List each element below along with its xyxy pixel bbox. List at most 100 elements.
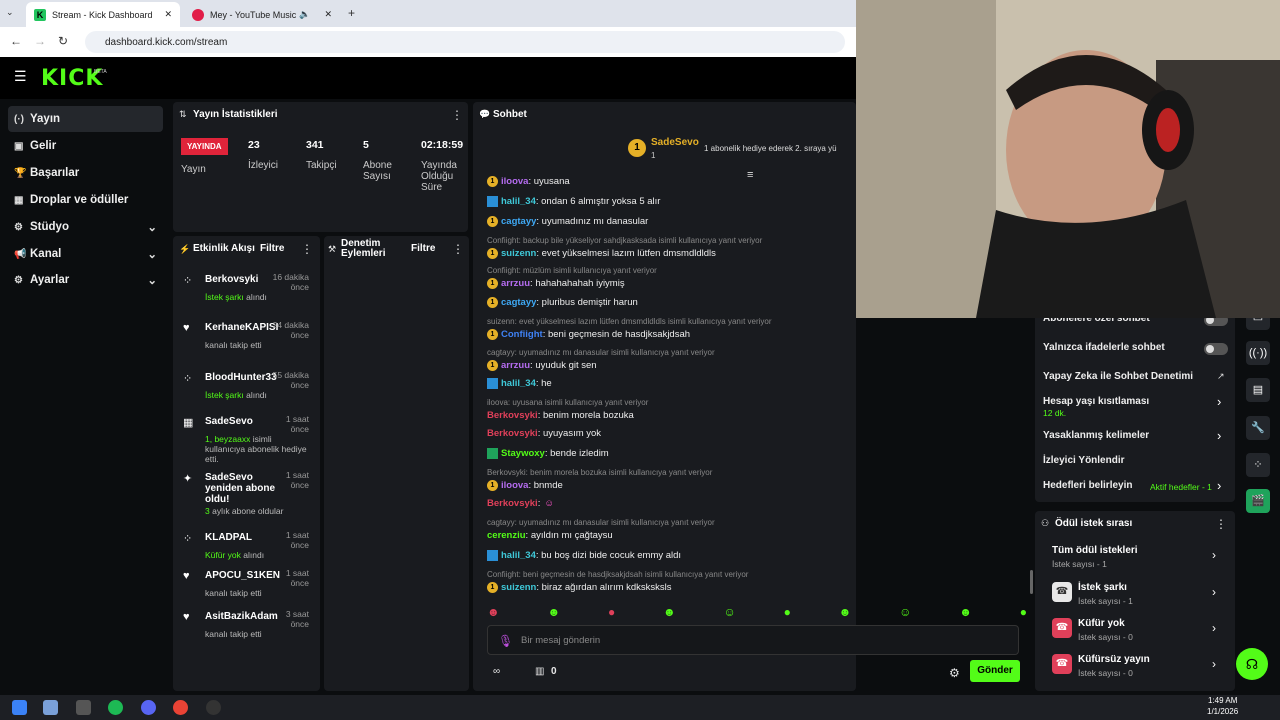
activity-name[interactable]: Berkovsyki: [205, 274, 275, 285]
sidebar-item-droplar[interactable]: ▦ Droplar ve ödüller: [8, 187, 163, 213]
chat-username[interactable]: Staywoxy: [501, 448, 545, 459]
emote-icon[interactable]: ☺: [899, 605, 911, 621]
external-link-icon[interactable]: ↗: [1217, 371, 1225, 382]
chat-username[interactable]: suizenn: [501, 248, 536, 259]
discord-icon[interactable]: [141, 700, 156, 715]
new-tab-icon[interactable]: +: [348, 6, 355, 20]
chevron-right-icon[interactable]: ›: [1217, 478, 1221, 493]
settings-row-label[interactable]: Yalnızca ifadelerle sohbet: [1043, 342, 1165, 353]
activity-desc: İstek şarkı alındı: [205, 390, 309, 400]
activity-filter-button[interactable]: Filtre: [260, 243, 284, 254]
chat-username[interactable]: halil_34: [501, 196, 536, 207]
chat-username[interactable]: arrzuu: [501, 360, 530, 371]
reward-item[interactable]: ☎ Küfürsüz yayın İstek sayısı - 0 ›: [1052, 654, 1242, 682]
settings-gear-icon[interactable]: ⚙: [949, 666, 960, 680]
emote-icon[interactable]: ●: [784, 605, 791, 621]
reward-item[interactable]: Tüm ödül istekleri İstek sayısı - 1 ›: [1052, 545, 1242, 573]
more-options-icon[interactable]: ⋮: [301, 242, 313, 256]
pinned-user[interactable]: SadeSevo: [651, 137, 699, 148]
broadcast-icon[interactable]: ((·)): [1246, 341, 1270, 365]
emote-icon[interactable]: ●: [1020, 605, 1027, 621]
tab-kick-dashboard[interactable]: K Stream - Kick Dashboard ✕: [26, 2, 180, 27]
obs-icon[interactable]: [206, 700, 221, 715]
activity-name[interactable]: APOCU_S1KEN: [205, 570, 280, 581]
start-icon[interactable]: [12, 700, 27, 715]
chat-username[interactable]: Berkovsyki: [487, 410, 538, 421]
chat-username[interactable]: iloova: [501, 176, 528, 187]
chat-username[interactable]: suizenn: [501, 582, 536, 593]
chat-username[interactable]: arrzuu: [501, 278, 530, 289]
tab-list-icon[interactable]: ⌄: [6, 7, 14, 18]
settings-row-label[interactable]: İzleyici Yönlendir: [1043, 455, 1125, 466]
close-tab-icon[interactable]: ✕: [324, 9, 332, 20]
nodes-icon[interactable]: ⁘: [1246, 453, 1270, 477]
chat-username[interactable]: halil_34: [501, 378, 536, 389]
help-headset-icon[interactable]: ☊: [1236, 648, 1268, 680]
reward-item[interactable]: ☎ Küfür yok İstek sayısı - 0 ›: [1052, 618, 1242, 646]
reward-item-icon: ☎: [1052, 654, 1072, 674]
settings-row-label[interactable]: Yapay Zeka ile Sohbet Denetimi: [1043, 371, 1193, 382]
sidebar-item-ayarlar[interactable]: ⚙ Ayarlar ⌄: [8, 267, 163, 293]
clapperboard-icon[interactable]: 🎬: [1246, 489, 1270, 513]
clock-date[interactable]: 1/1/2026: [1207, 707, 1238, 716]
sidebar-item-studyo[interactable]: ⚙ Stüdyo ⌄: [8, 214, 163, 240]
sidebar-item-gelir[interactable]: ▣ Gelir: [8, 133, 163, 159]
emote-icon[interactable]: ☻: [839, 605, 852, 621]
sidebar-item-kanal[interactable]: 📢 Kanal ⌄: [8, 241, 163, 267]
sidebar-item-basarilar[interactable]: 🏆 Başarılar: [8, 160, 163, 186]
chevron-right-icon[interactable]: ›: [1217, 428, 1221, 443]
menu-icon[interactable]: ☰: [14, 68, 27, 85]
infinity-icon[interactable]: ∞: [493, 666, 500, 677]
speaker-icon[interactable]: 🔈: [299, 9, 310, 20]
filter-icon[interactable]: ≡: [747, 169, 753, 181]
layout-icon[interactable]: ▤: [1246, 378, 1270, 402]
more-options-icon[interactable]: ⋮: [451, 108, 463, 122]
tab-youtube-music[interactable]: Mey - YouTube Music 🔈 ✕: [184, 2, 340, 27]
chrome-icon[interactable]: [173, 700, 188, 715]
chat-username[interactable]: halil_34: [501, 550, 536, 561]
toggle-switch[interactable]: [1204, 343, 1228, 355]
reload-icon[interactable]: ↻: [58, 34, 68, 48]
settings-row-label[interactable]: Yasaklanmış kelimeler: [1043, 430, 1149, 441]
emote-icon[interactable]: ☻: [663, 605, 676, 621]
settings-row-label[interactable]: Hesap yaşı kısıtlaması: [1043, 396, 1149, 407]
activity-name[interactable]: BloodHunter33: [205, 372, 277, 383]
chevron-right-icon[interactable]: ›: [1217, 394, 1221, 409]
app-icon[interactable]: [76, 700, 91, 715]
settings-row-label[interactable]: Hedefleri belirleyin: [1043, 480, 1132, 491]
mic-icon[interactable]: 🎙: [498, 634, 513, 648]
emote-icon[interactable]: ☺: [723, 605, 735, 621]
moderation-filter-button[interactable]: Filtre: [411, 243, 435, 254]
chat-username[interactable]: Confiight: [501, 329, 543, 340]
chat-username[interactable]: cagtayy: [501, 297, 536, 308]
spotify-icon[interactable]: [108, 700, 123, 715]
activity-name[interactable]: KLADPAL: [205, 532, 275, 543]
sidebar-item-yayin[interactable]: (·) Yayın: [8, 106, 163, 132]
activity-name[interactable]: KerhaneKAPISI: [205, 322, 278, 333]
close-tab-icon[interactable]: ✕: [164, 9, 172, 20]
emote-icon[interactable]: ☻: [959, 605, 972, 621]
emote-icon[interactable]: ●: [608, 605, 615, 621]
chat-username[interactable]: iloova: [501, 480, 528, 491]
chat-username[interactable]: cerenziu: [487, 530, 526, 541]
emote-icon[interactable]: ☻: [547, 605, 560, 621]
clock-time[interactable]: 1:49 AM: [1208, 696, 1237, 705]
gift-box-icon[interactable]: ▥: [535, 666, 544, 677]
send-button[interactable]: Gönder: [970, 660, 1020, 682]
chat-username[interactable]: cagtayy: [501, 216, 536, 227]
more-options-icon[interactable]: ⋮: [452, 242, 464, 256]
back-icon[interactable]: ←: [10, 34, 22, 48]
url-field[interactable]: dashboard.kick.com/stream: [85, 31, 845, 53]
message-input[interactable]: 🎙 Bir mesaj gönderin: [487, 625, 1019, 655]
chat-scrollbar[interactable]: [1030, 570, 1033, 594]
chat-username[interactable]: Berkovsyki: [487, 428, 538, 439]
app-icon[interactable]: [43, 700, 58, 715]
emote-icon[interactable]: ☻: [487, 605, 500, 621]
more-options-icon[interactable]: ⋮: [1215, 517, 1227, 531]
reward-item[interactable]: ☎ İstek şarkı İstek sayısı - 1 ›: [1052, 582, 1242, 610]
activity-name[interactable]: AsitBazikAdam: [205, 611, 278, 622]
activity-name[interactable]: SadeSevo: [205, 416, 275, 427]
chat-username[interactable]: Berkovsyki: [487, 498, 538, 509]
wrench-icon[interactable]: 🔧: [1246, 416, 1270, 440]
forward-icon[interactable]: →: [34, 34, 46, 48]
